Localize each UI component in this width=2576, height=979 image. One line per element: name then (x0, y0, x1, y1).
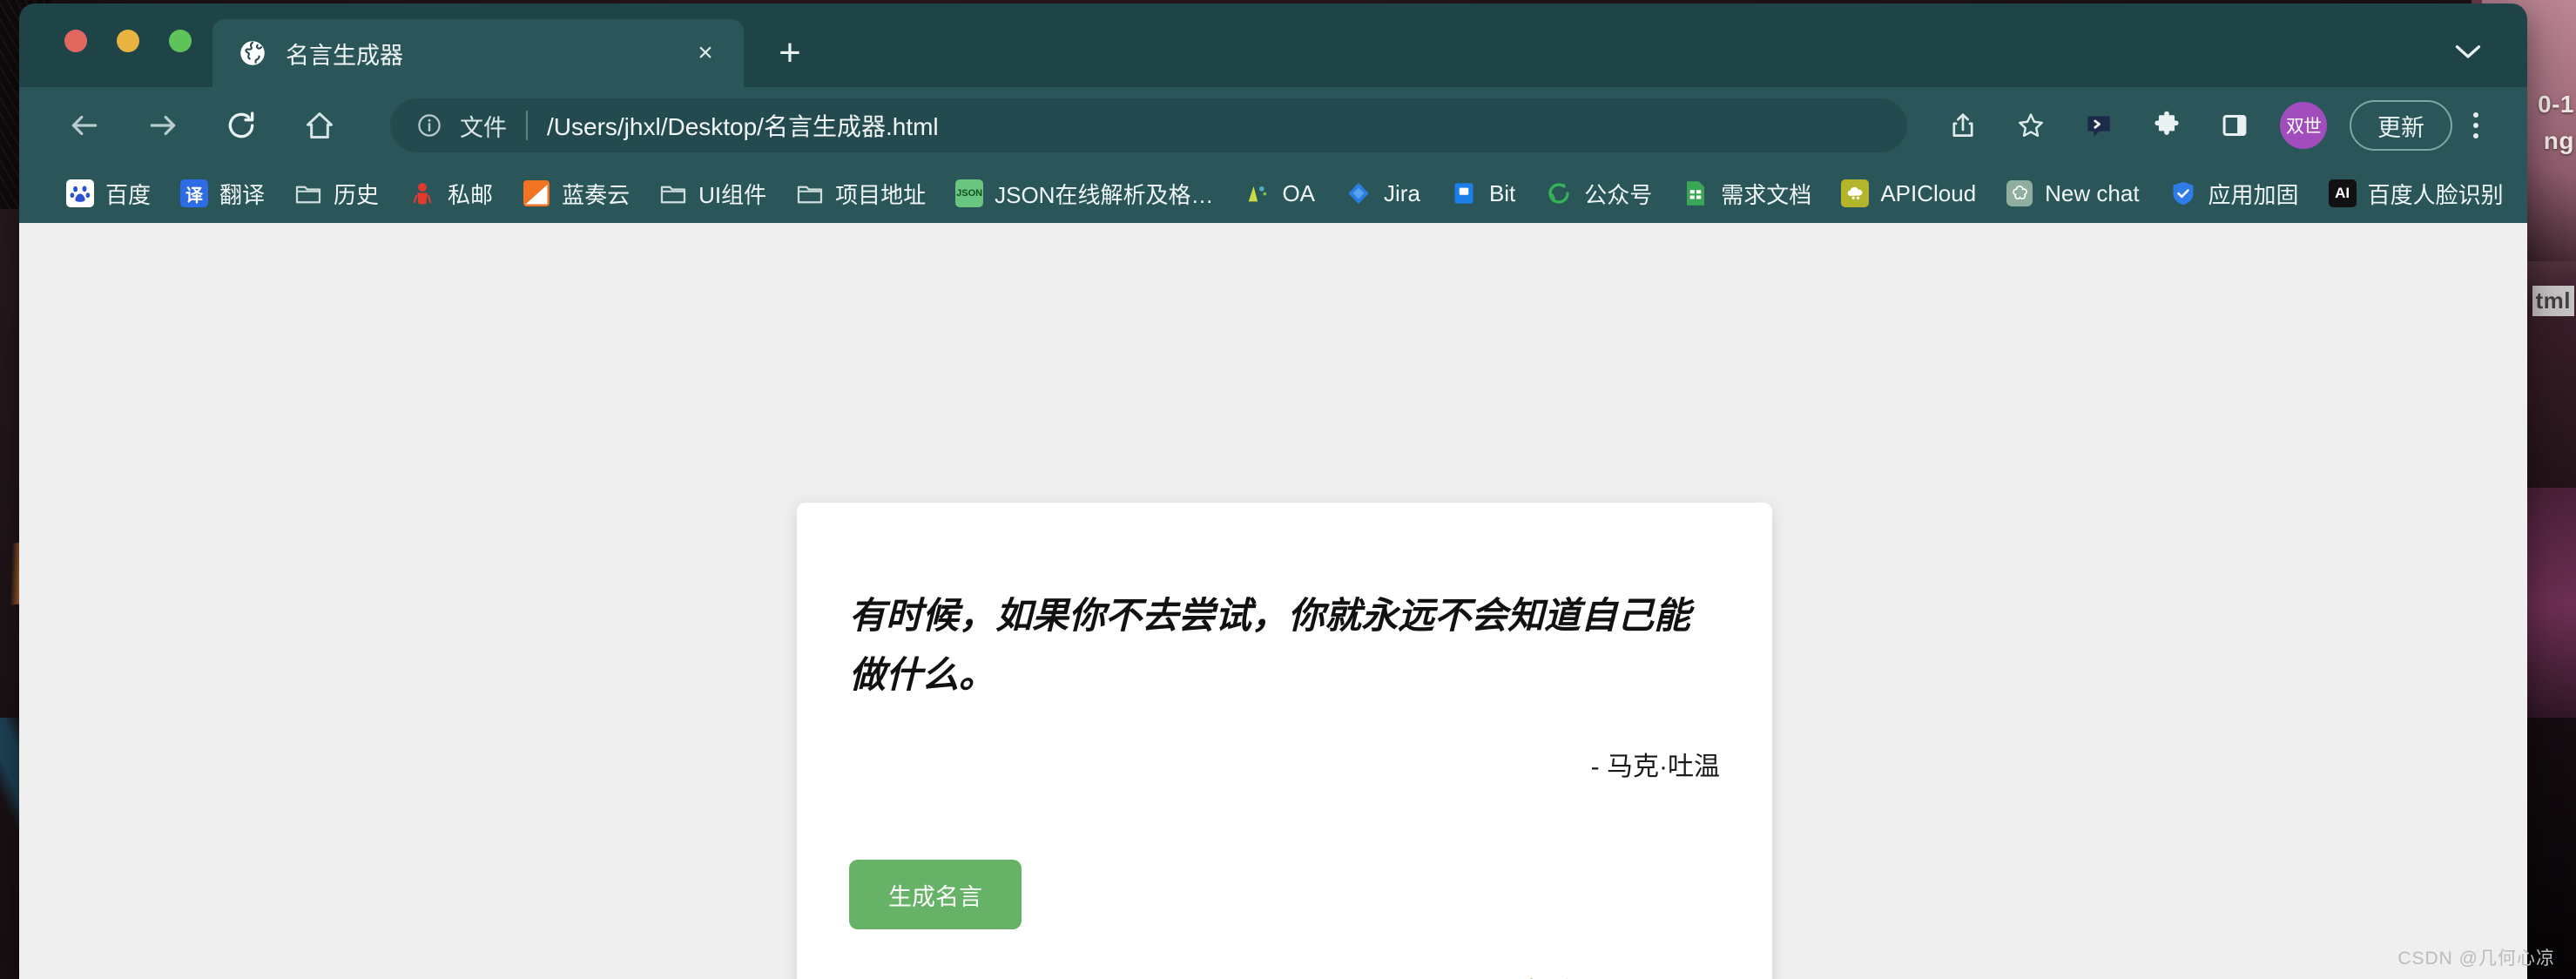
bookmark-baidu[interactable]: 百度 (54, 171, 163, 216)
bookmark-label: OA (1282, 179, 1316, 206)
menu-dot (2473, 112, 2478, 118)
bookmark-label: 应用加固 (2208, 181, 2299, 208)
bookmark-label: UI组件 (698, 181, 767, 208)
tab-list: 名言生成器 × (212, 3, 744, 87)
csdn-watermark: CSDN @几何心凉 (2397, 949, 2555, 969)
openai-icon (2006, 179, 2033, 207)
tab-strip: 名言生成器 × + (19, 3, 2527, 87)
folder-icon (294, 179, 322, 207)
folder-icon (796, 179, 824, 207)
bookmark-label: 百度 (105, 181, 152, 208)
bookmark-label: 蓝奏云 (562, 181, 631, 208)
lanzou-icon (523, 179, 550, 207)
address-bar-divider (526, 111, 528, 140)
bookmark-label: New chat (2045, 179, 2140, 206)
bookmark-wechat-mp[interactable]: 公众号 (1533, 171, 1664, 216)
puzzle-extension-icon[interactable] (2142, 101, 2191, 150)
bookmark-apicloud[interactable]: APICloud (1829, 171, 1988, 216)
bookmark-bit[interactable]: Bit (1438, 171, 1527, 216)
bookmark-label: APICloud (1880, 179, 1977, 206)
translate-icon: 译 (180, 179, 209, 207)
back-arrow-icon[interactable] (57, 98, 111, 152)
bookmark-requirements-doc[interactable]: 需求文档 (1669, 171, 1824, 216)
bookmark-label: JSON在线解析及格… (995, 181, 1214, 208)
bookmark-app-hardening[interactable]: 应用加固 (2157, 171, 2311, 216)
bookmark-label: 私邮 (448, 181, 494, 208)
close-window-button[interactable] (64, 30, 87, 52)
info-circle-icon[interactable] (416, 112, 446, 138)
devtools-extension-icon[interactable] (2074, 101, 2123, 150)
bookmarks-bar: 百度 译 翻译 历史 私邮 蓝奏云 UI组件 项目地址 JSON JSON在线解… (19, 164, 2527, 223)
bookmark-oa[interactable]: OA (1231, 171, 1327, 216)
folder-icon (659, 179, 687, 207)
bookmark-label: 项目地址 (835, 181, 927, 208)
jira-icon (1345, 179, 1372, 207)
address-bar[interactable]: 文件 /Users/jhxl/Desktop/名言生成器.html (390, 98, 1907, 152)
bookmark-folder-ui-components[interactable]: UI组件 (647, 171, 779, 216)
menu-dot (2473, 133, 2478, 138)
update-button[interactable]: 更新 (2350, 100, 2452, 151)
json-icon: JSON (955, 179, 984, 207)
bookmark-label: Bit (1488, 179, 1516, 206)
bookmark-folder-project-url[interactable]: 项目地址 (784, 171, 938, 216)
three-dot-menu-icon[interactable] (2456, 100, 2496, 151)
home-icon[interactable] (293, 98, 347, 152)
chevron-down-icon[interactable] (2449, 33, 2487, 71)
minimize-window-button[interactable] (117, 30, 139, 52)
bookmark-label: 公众号 (1584, 181, 1653, 208)
ai-icon: AI (2328, 179, 2357, 207)
profile-avatar[interactable]: 双世 (2280, 102, 2327, 149)
bookmark-lanzou[interactable]: 蓝奏云 (510, 171, 642, 216)
bookmark-label: 历史 (334, 181, 380, 208)
bit-icon (1450, 179, 1478, 207)
desktop-text-fragment-2: ng (2543, 127, 2574, 154)
bookmarks-overflow-button[interactable]: » (2521, 179, 2527, 207)
forward-arrow-icon[interactable] (136, 98, 190, 152)
menu-dot (2473, 123, 2478, 128)
apicloud-icon (1841, 179, 1870, 207)
bookmark-label: 需求文档 (1721, 181, 1812, 208)
bookmark-new-chat[interactable]: New chat (1993, 171, 2151, 216)
bookmark-baidu-face-recognition[interactable]: AI 百度人脸识别 (2316, 171, 2516, 216)
bookmark-jira[interactable]: Jira (1332, 171, 1433, 216)
browser-toolbar: 文件 /Users/jhxl/Desktop/名言生成器.html 双世 更新 (19, 87, 2527, 164)
shield-icon (2169, 179, 2197, 207)
quote-author: - 马克·吐温 (1590, 753, 1720, 782)
browser-window: 名言生成器 × + 文件 /Users/jhxl/Desktop/名言生成器.h… (19, 3, 2527, 979)
quote-card: 有时候，如果你不去尝试，你就永远不会知道自己能做什么。 - 马克·吐温 生成名言… (797, 503, 1772, 979)
bookmark-folder-history[interactable]: 历史 (282, 171, 391, 216)
wechat-mp-icon (1545, 179, 1573, 207)
bookmark-label: Jira (1384, 179, 1420, 206)
new-tab-button[interactable]: + (763, 26, 817, 80)
bookmark-translate[interactable]: 译 翻译 (168, 171, 277, 216)
bookmark-json-formatter[interactable]: JSON JSON在线解析及格… (943, 171, 1225, 216)
address-bar-scheme-label: 文件 (460, 114, 507, 141)
maximize-window-button[interactable] (169, 30, 192, 52)
star-icon[interactable] (2006, 101, 2055, 150)
bookmark-label: 百度人脸识别 (2367, 181, 2504, 208)
quote-text: 有时候，如果你不去尝试，你就永远不会知道自己能做什么。 (849, 595, 1691, 696)
page-viewport: 有时候，如果你不去尝试，你就永远不会知道自己能做什么。 - 马克·吐温 生成名言… (19, 223, 2527, 979)
window-controls (64, 30, 192, 52)
sheets-icon (1682, 179, 1709, 207)
oa-icon (1243, 179, 1271, 207)
tab-quote-generator[interactable]: 名言生成器 × (212, 19, 744, 87)
bookmark-private-mail[interactable]: 私邮 (396, 171, 505, 216)
mail-icon (408, 179, 436, 207)
close-tab-button[interactable]: × (690, 37, 721, 69)
share-link-row: 分享到 CSDN&Blink (849, 971, 1720, 979)
share-icon[interactable] (1939, 101, 1987, 150)
tab-title: 名言生成器 (286, 42, 403, 69)
side-panel-icon[interactable] (2210, 101, 2259, 150)
address-bar-url[interactable]: /Users/jhxl/Desktop/名言生成器.html (547, 108, 1881, 143)
desktop-text-fragment-1: 0-1 (2538, 91, 2574, 118)
globe-icon (239, 39, 266, 67)
desktop-text-fragment-3: tml (2532, 286, 2574, 316)
reload-icon[interactable] (214, 98, 268, 152)
generate-quote-button[interactable]: 生成名言 (849, 860, 1022, 930)
baidu-icon (66, 179, 94, 207)
bookmark-label: 翻译 (219, 181, 266, 208)
